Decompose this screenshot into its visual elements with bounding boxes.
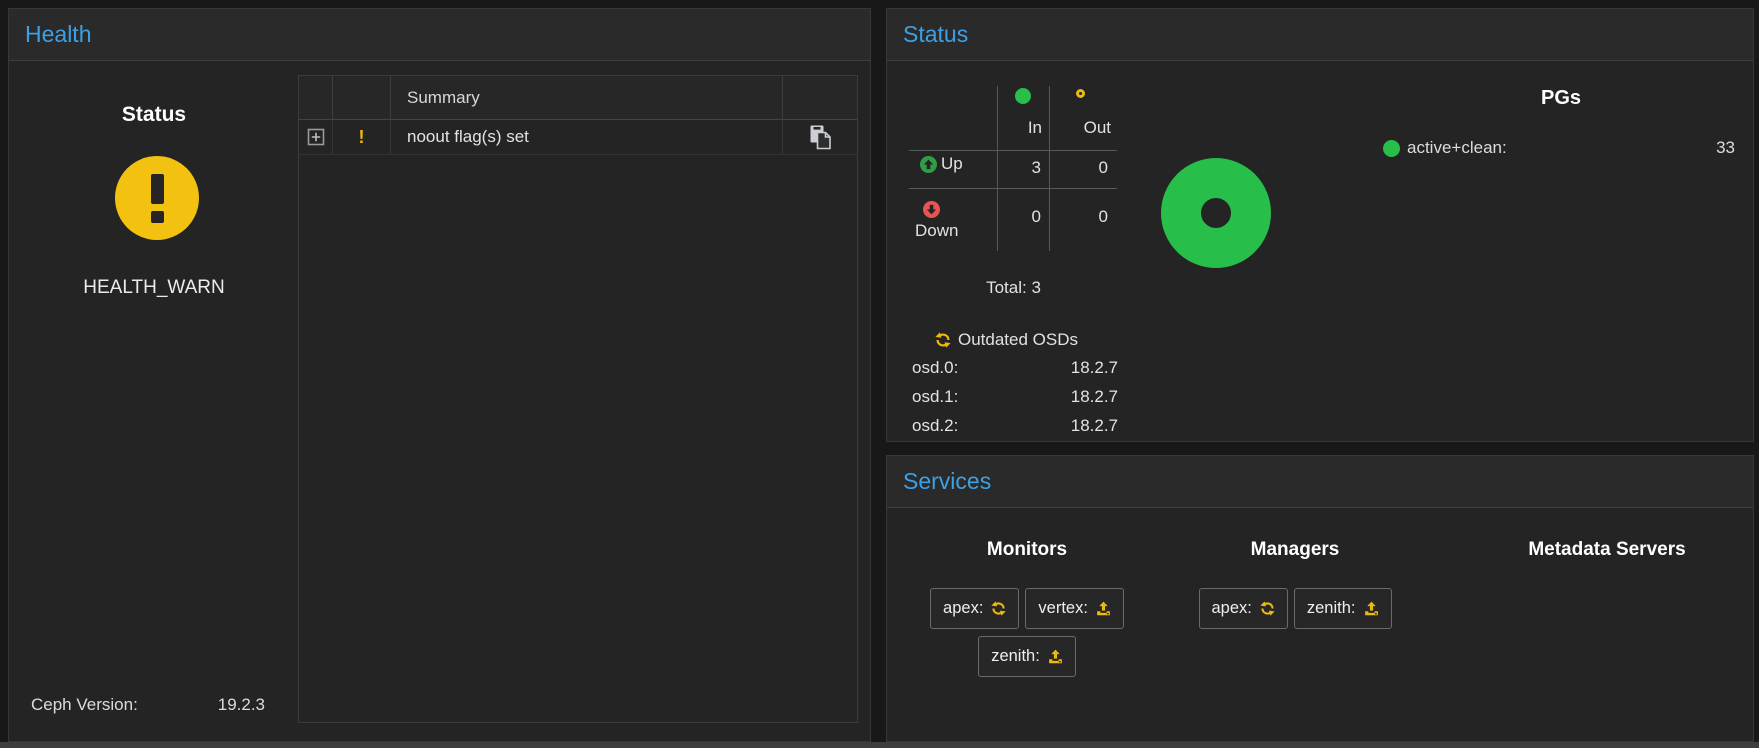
health-status-value: HEALTH_WARN [9,277,299,299]
osd-version-row: osd.1: 18.2.7 [912,387,1118,407]
header-action-column [783,76,857,119]
service-badge-mgr-zenith: zenith: [1294,588,1392,629]
refresh-icon [1260,601,1275,616]
status-panel: Status In Out Up 3 0 Down 0 0 Total: 3 O… [886,8,1754,442]
service-name: vertex: [1038,599,1088,618]
osd-up-out-value: 0 [1049,158,1108,178]
up-circle-icon [920,156,937,173]
metadata-servers-heading: Metadata Servers [1482,539,1732,561]
osd-version: 18.2.7 [1071,358,1118,378]
pgs-donut-chart [1161,158,1271,268]
grid-line [909,150,1117,151]
health-panel-header: Health [9,9,870,61]
managers-group: Managers apex: zenith: [1189,508,1401,741]
upload-icon [1096,601,1111,616]
osd-down-in-value: 0 [997,207,1041,227]
summary-table-header: Summary [299,76,857,120]
pgs-legend-row: active+clean: 33 [1383,138,1735,158]
health-panel-title: Health [25,21,91,48]
outdated-osds-label: Outdated OSDs [958,330,1078,350]
service-badge-mon-zenith: zenith: [978,636,1076,677]
pgs-legend-dot-icon [1383,140,1400,157]
health-status-heading: Status [9,103,299,127]
osd-total: Total: 3 [910,278,1117,298]
managers-heading: Managers [1189,539,1401,561]
osd-out-ring-icon [1076,89,1085,98]
pgs-legend-label: active+clean: [1407,138,1507,158]
osd-version-row: osd.2: 18.2.7 [912,416,1118,436]
warning-exclamation-bar [151,174,164,204]
warning-exclamation-icon: ! [359,127,365,148]
monitors-heading: Monitors [922,539,1132,561]
osd-down-out-value: 0 [1049,207,1108,227]
service-badge-mon-vertex: vertex: [1025,588,1124,629]
horizontal-scrollbar[interactable] [0,742,1759,748]
header-expander-column [299,76,333,119]
pgs-legend-value: 33 [1716,138,1735,158]
health-panel: Health Status HEALTH_WARN Ceph Version: … [8,8,871,742]
summary-row-text: noout flag(s) set [407,127,529,147]
osd-in-dot-icon [1015,88,1031,104]
osd-version: 18.2.7 [1071,387,1118,407]
copy-button[interactable] [808,124,832,150]
services-panel-header: Services [887,456,1753,508]
osd-up-label: Up [941,154,963,174]
summary-table-row[interactable]: ! noout flag(s) set [299,120,857,155]
header-summary-column[interactable]: Summary [391,76,783,119]
osd-version-row: osd.0: 18.2.7 [912,358,1118,378]
service-name: zenith: [1307,599,1356,618]
osd-name: osd.0: [912,358,958,378]
metadata-servers-group: Metadata Servers [1482,508,1732,741]
upload-icon [1048,649,1063,664]
upload-icon [1364,601,1379,616]
header-severity-column [333,76,391,119]
plus-square-icon [307,128,325,146]
osd-up-in-value: 3 [997,158,1041,178]
osd-down-label: Down [915,221,958,241]
osd-out-label: Out [1049,118,1111,138]
ceph-version-value: 19.2.3 [159,695,265,715]
osd-up-row: Up [920,154,963,174]
service-name: zenith: [991,647,1040,666]
status-panel-header: Status [887,9,1753,61]
monitors-group: Monitors apex: vertex: zenith: [922,508,1132,741]
refresh-icon [935,332,951,348]
osd-name: osd.2: [912,416,958,436]
down-circle-icon [923,201,940,218]
service-name: apex: [1212,599,1252,618]
ceph-version-label: Ceph Version: [31,695,138,715]
health-warning-icon [115,156,199,240]
status-panel-title: Status [903,21,968,48]
grid-line [909,188,1117,189]
service-name: apex: [943,599,983,618]
refresh-icon [991,601,1006,616]
copy-icon [808,124,832,150]
outdated-osds-heading: Outdated OSDs [935,330,1078,350]
osd-name: osd.1: [912,387,958,407]
warning-exclamation-dot [151,211,164,223]
osd-version: 18.2.7 [1071,416,1118,436]
services-panel: Services Monitors apex: vertex: [886,455,1754,742]
service-badge-mgr-apex: apex: [1199,588,1288,629]
services-panel-title: Services [903,468,991,495]
pgs-heading: PGs [1461,87,1661,110]
osd-in-label: In [997,118,1042,138]
service-badge-mon-apex: apex: [930,588,1019,629]
summary-column-label: Summary [407,88,480,108]
health-summary-table: Summary ! noout flag(s) set [298,75,858,723]
row-expand-button[interactable] [307,128,325,146]
